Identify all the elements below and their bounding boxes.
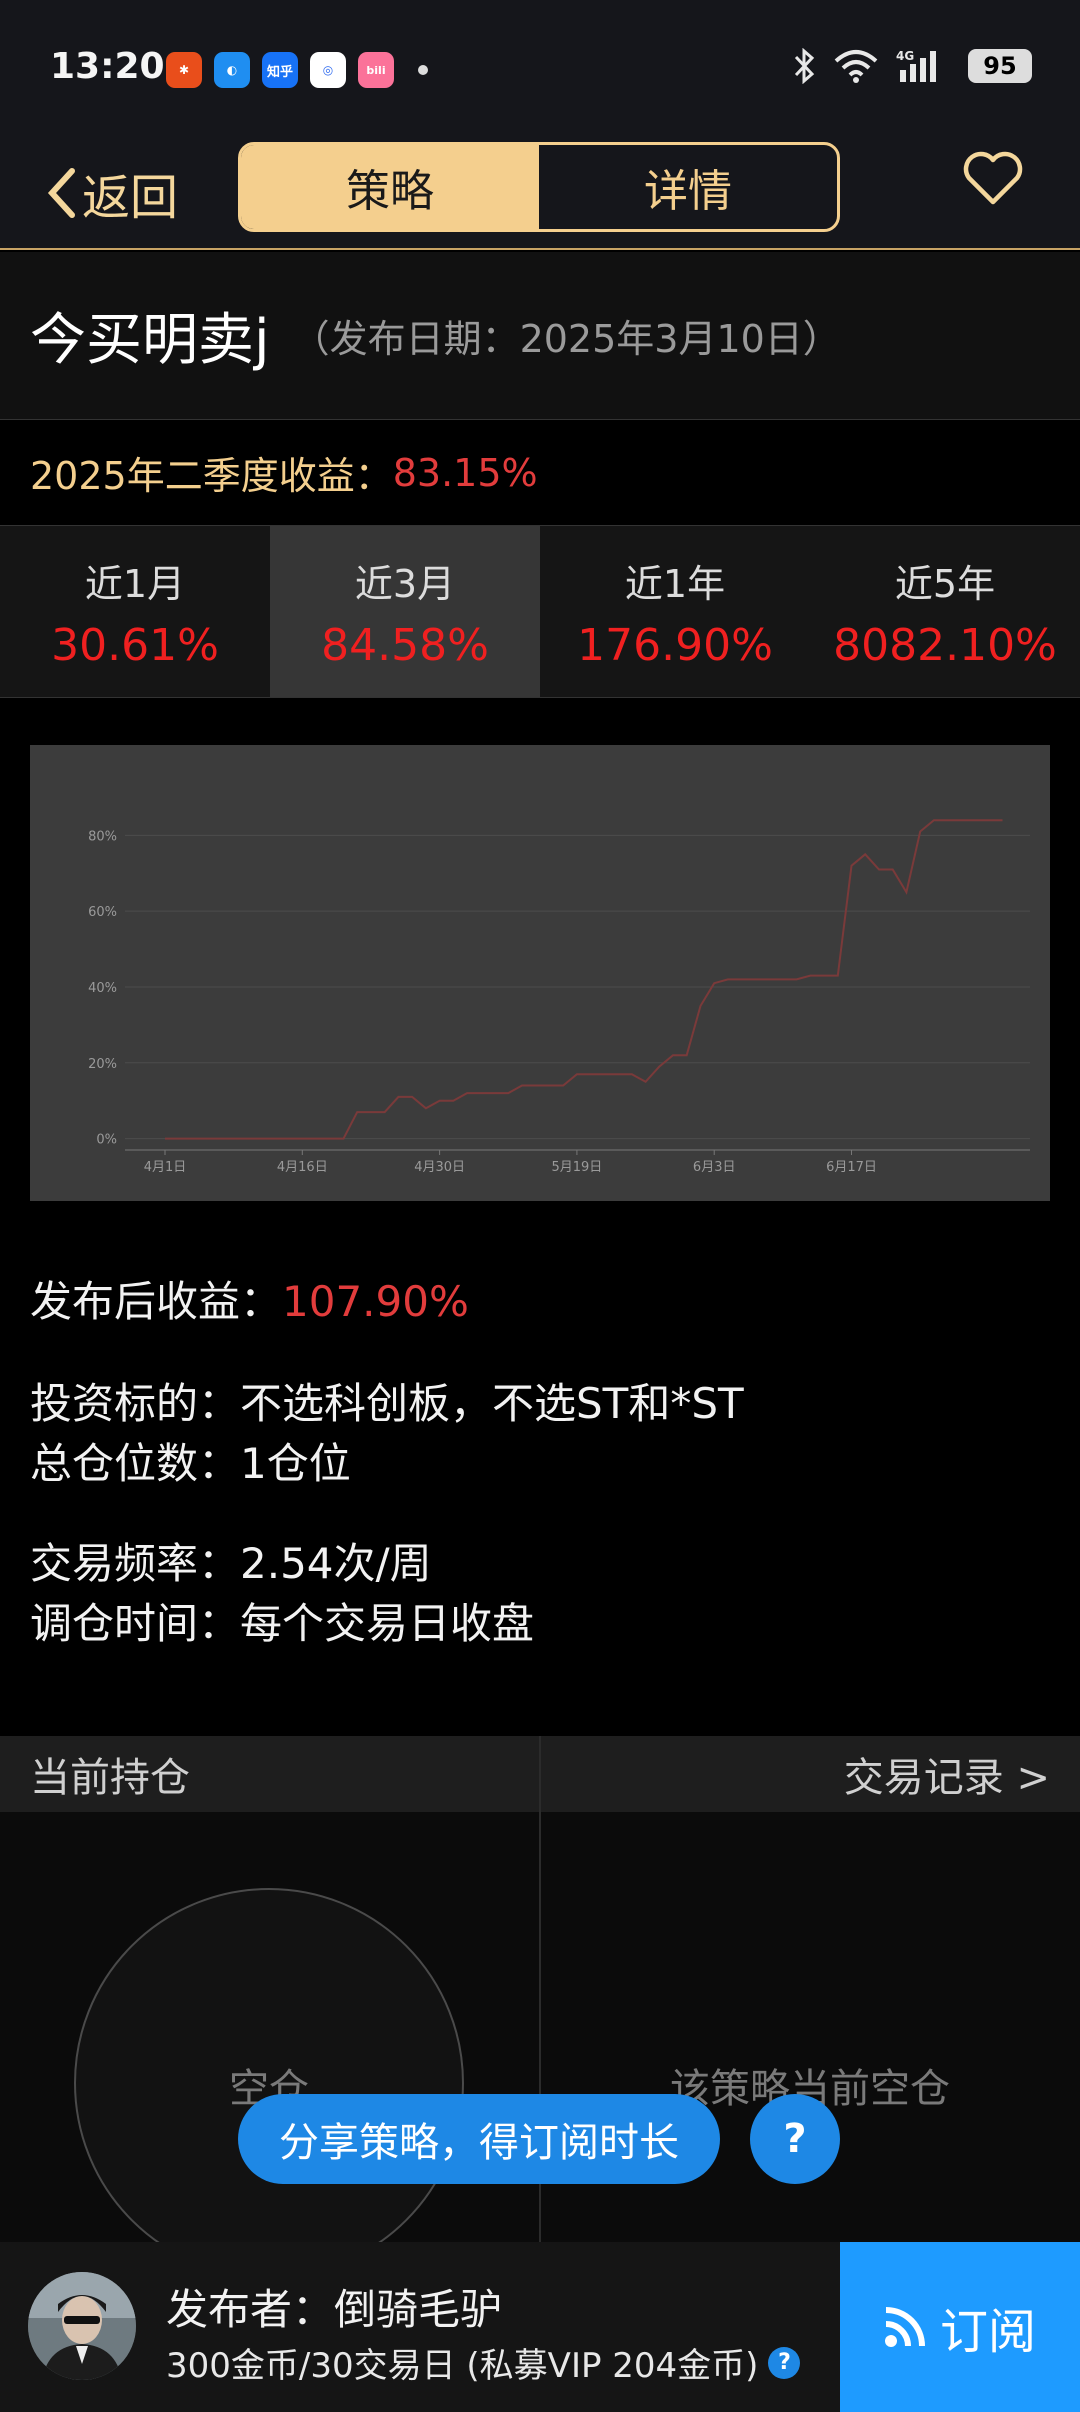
strategy-name: 今买明卖j <box>30 308 270 373</box>
period-value: 30.61% <box>51 619 219 671</box>
battery-indicator: 95 <box>968 49 1032 83</box>
period-3m[interactable]: 近3月 84.58% <box>270 526 540 697</box>
chevron-left-icon <box>47 168 75 218</box>
period-value: 84.58% <box>321 619 489 671</box>
signal-4g-icon: 4G <box>896 49 936 82</box>
y-tick-label: 60% <box>88 905 117 920</box>
post-return: 发布后收益：107.90% <box>30 1268 1060 1329</box>
avatar-image <box>28 2272 136 2380</box>
period-label: 近5年 <box>894 561 996 606</box>
period-label: 近1月 <box>84 561 186 606</box>
bluetooth-icon <box>794 48 815 84</box>
subscribe-button[interactable]: 订阅 <box>840 2242 1080 2412</box>
bilibili-icon: bili <box>358 52 394 88</box>
investment-target: 投资标的：不选科创板，不选ST和*ST <box>30 1379 744 1428</box>
status-bar: 13:20 ✱ ◐ 知乎 ◎ bili 4G 95 <box>0 0 1080 120</box>
total-positions: 总仓位数：1仓位 <box>30 1439 351 1488</box>
weibo-icon: ✱ <box>166 52 202 88</box>
status-right: 4G 95 <box>792 48 1032 84</box>
quarter-return: 2025年二季度收益： 83.15% <box>0 420 1080 526</box>
period-1y[interactable]: 近1年 176.90% <box>540 526 810 697</box>
period-value: 8082.10% <box>833 619 1057 671</box>
holdings-title: 当前持仓 <box>30 1755 190 1801</box>
subscribe-label: 订阅 <box>939 2304 1036 2360</box>
tab-details[interactable]: 详情 <box>539 145 837 229</box>
rebalance-time: 调仓时间：每个交易日收盘 <box>30 1599 535 1648</box>
wifi-icon <box>834 50 878 83</box>
publish-date: （发布日期：2025年3月10日） <box>291 317 841 361</box>
baidu-icon: ◎ <box>310 52 346 88</box>
period-label: 近1年 <box>624 561 726 606</box>
x-tick-label: 5月19日 <box>551 1160 602 1175</box>
y-tick-label: 20% <box>88 1057 117 1072</box>
back-label: 返回 <box>82 170 179 226</box>
post-return-value: 107.90% <box>282 1277 469 1326</box>
period-5y[interactable]: 近5年 8082.10% <box>810 526 1080 697</box>
return-chart-svg: 0% 20% 40% 60% 80% 4月1日 4月16日 4月30日 5月19日 6月3日 6月1… <box>88 819 1030 1175</box>
nav-bar: 返回 策略 详情 <box>0 120 1080 250</box>
question-icon[interactable]: ? <box>768 2346 801 2379</box>
help-button[interactable]: ? <box>750 2094 840 2184</box>
y-tick-label: 80% <box>88 829 117 844</box>
period-1m[interactable]: 近1月 30.61% <box>0 526 270 697</box>
share-strategy-button[interactable]: 分享策略，得订阅时长 <box>238 2094 720 2184</box>
return-chart: 0% 20% 40% 60% 80% 4月1日 4月16日 4月30日 5月19日 6月3日 6月1… <box>30 745 1050 1201</box>
tab-strategy[interactable]: 策略 <box>241 145 539 229</box>
price-text: 300金币/30交易日 (私募VIP 204金币) <box>166 2346 759 2386</box>
quarter-return-label: 2025年二季度收益： <box>30 454 393 498</box>
back-button[interactable]: 返回 <box>44 158 178 228</box>
trade-frequency: 交易频率：2.54次/周 <box>30 1539 432 1588</box>
footer-bar: 发布者：倒骑毛驴 300金币/30交易日 (私募VIP 204金币) ? 订阅 <box>0 2242 1080 2412</box>
price-info: 300金币/30交易日 (私募VIP 204金币) ? <box>166 2338 801 2387</box>
svg-text:4G: 4G <box>896 49 914 63</box>
post-return-label: 发布后收益： <box>30 1277 283 1326</box>
return-series-line <box>165 819 1003 1140</box>
avatar[interactable] <box>28 2272 136 2380</box>
strategy-title-row: 今买明卖j （发布日期：2025年3月10日） <box>0 252 1080 420</box>
zhihu-icon: 知乎 <box>262 52 298 88</box>
x-tick-label: 4月1日 <box>144 1160 187 1175</box>
x-tick-label: 6月17日 <box>826 1160 877 1175</box>
more-notifications-dot <box>418 65 428 75</box>
x-tick-label: 4月30日 <box>414 1160 465 1175</box>
rss-icon <box>884 2307 925 2347</box>
x-tick-label: 4月16日 <box>277 1160 328 1175</box>
period-value: 176.90% <box>577 619 773 671</box>
status-app-icons: ✱ ◐ 知乎 ◎ bili <box>166 52 428 88</box>
favorite-button[interactable] <box>962 150 1024 210</box>
trade-records-link[interactable]: 交易记录 > <box>844 1745 1050 1803</box>
period-tabs: 近1月 30.61% 近3月 84.58% 近1年 176.90% 近5年 80… <box>0 526 1080 698</box>
y-tick-label: 40% <box>88 981 117 996</box>
publisher-name: 发布者：倒骑毛驴 <box>166 2285 503 2334</box>
period-label: 近3月 <box>354 561 456 606</box>
browser-icon: ◐ <box>214 52 250 88</box>
x-tick-label: 6月3日 <box>693 1160 736 1175</box>
heart-icon <box>963 151 1023 205</box>
y-tick-label: 0% <box>96 1133 117 1148</box>
quarter-return-value: 83.15% <box>392 450 538 495</box>
status-time: 13:20 <box>50 46 165 87</box>
tab-switcher: 策略 详情 <box>238 142 840 232</box>
